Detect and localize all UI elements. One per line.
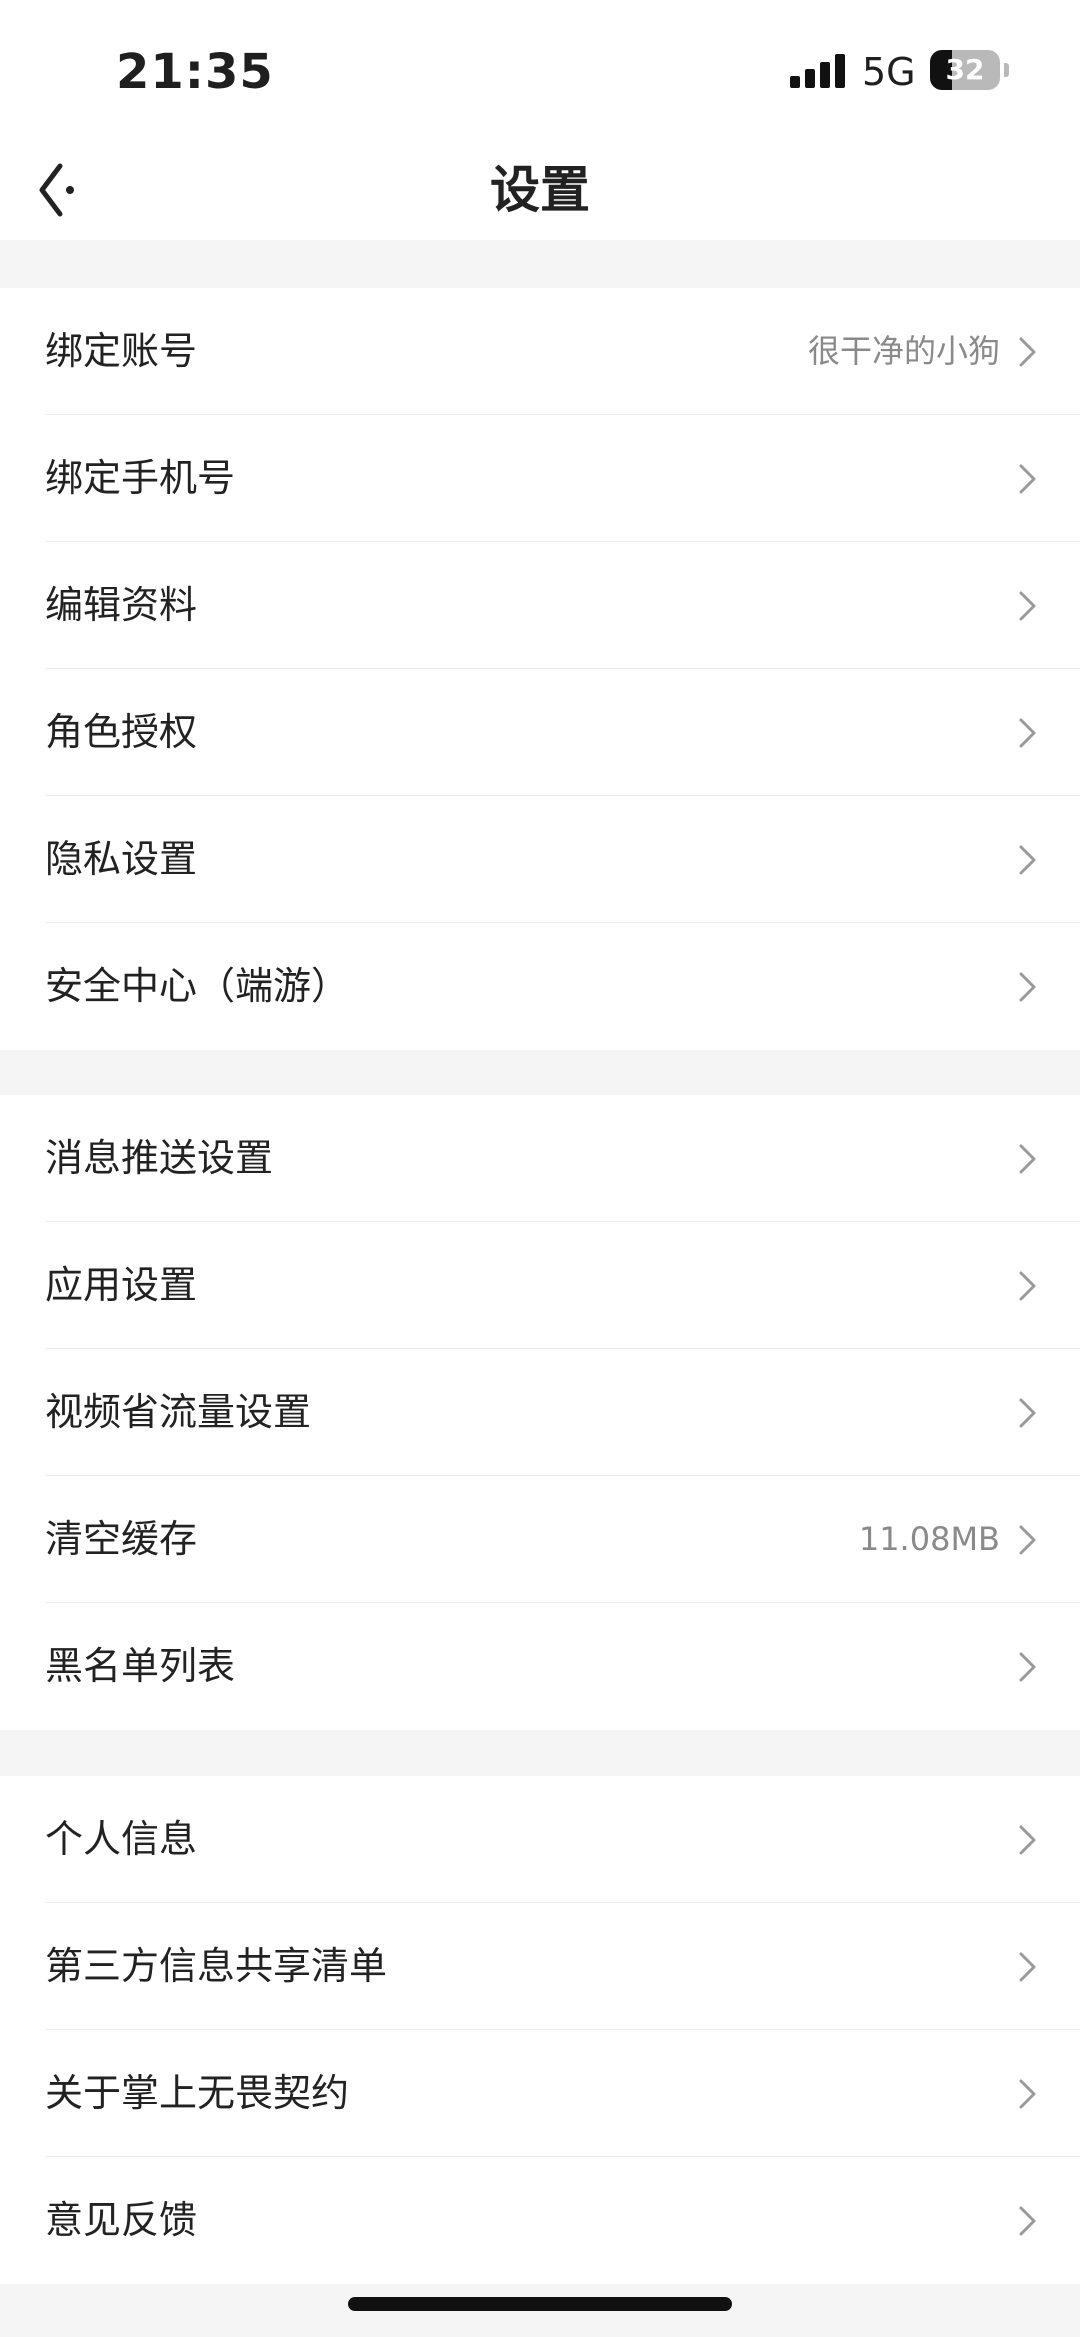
chevron-right-icon <box>1019 2206 1036 2236</box>
settings-row[interactable]: 编辑资料 <box>0 542 1080 669</box>
settings-group-1: 绑定账号 很干净的小狗绑定手机号编辑资料角色授权隐私设置安全中心（端游） <box>0 288 1080 1050</box>
settings-row[interactable]: 视频省流量设置 <box>0 1349 1080 1476</box>
status-icons: 5G 32 <box>780 0 1080 140</box>
chevron-right-icon <box>1019 718 1036 748</box>
nav-bar: 设置 <box>0 140 1080 240</box>
chevron-right-icon <box>1019 845 1036 875</box>
row-label: 关于掌上无畏契约 <box>45 2071 350 2115</box>
row-value: 11.08MB <box>858 1520 1000 1558</box>
chevron-right-icon <box>1019 1652 1036 1682</box>
settings-row[interactable]: 第三方信息共享清单 <box>0 1903 1080 2030</box>
chevron-right-icon <box>1019 1271 1036 1301</box>
settings-row[interactable]: 消息推送设置 <box>0 1095 1080 1222</box>
status-time: 21:35 <box>116 44 274 100</box>
row-label: 消息推送设置 <box>45 1136 274 1180</box>
chevron-right-icon <box>1019 337 1036 367</box>
battery-tip <box>1004 63 1009 77</box>
home-indicator[interactable] <box>348 2297 732 2311</box>
signal-icon <box>790 54 846 88</box>
row-label: 安全中心（端游） <box>45 964 350 1008</box>
status-bar: 21:35 5G 32 <box>0 0 1080 140</box>
settings-group-2: 消息推送设置 应用设置视频省流量设置 清空缓存 11.08MB 黑名单列表 <box>0 1095 1080 1730</box>
settings-row[interactable]: 安全中心（端游） <box>0 923 1080 1050</box>
row-label: 编辑资料 <box>45 583 198 627</box>
chevron-right-icon <box>1019 591 1036 621</box>
settings-row[interactable]: 应用设置 <box>0 1222 1080 1349</box>
page-title: 设置 <box>490 161 590 219</box>
settings-row[interactable]: 意见反馈 <box>0 2157 1080 2284</box>
chevron-right-icon <box>1019 1398 1036 1428</box>
chevron-right-icon <box>1019 464 1036 494</box>
row-label: 绑定手机号 <box>45 456 236 500</box>
chevron-right-icon <box>1019 1144 1036 1174</box>
row-label: 黑名单列表 <box>45 1644 236 1688</box>
row-label: 视频省流量设置 <box>45 1390 312 1434</box>
chevron-right-icon <box>1019 1525 1036 1555</box>
row-label: 第三方信息共享清单 <box>45 1944 388 1988</box>
chevron-right-icon <box>1019 972 1036 1002</box>
chevron-right-icon <box>1019 1952 1036 1982</box>
row-value: 很干净的小狗 <box>807 332 1000 370</box>
battery-icon: 32 <box>930 50 1000 90</box>
settings-row[interactable]: 关于掌上无畏契约 <box>0 2030 1080 2157</box>
settings-row[interactable]: 角色授权 <box>0 669 1080 796</box>
chevron-right-icon <box>1019 1825 1036 1855</box>
row-label: 角色授权 <box>45 710 198 754</box>
row-label: 个人信息 <box>45 1817 198 1861</box>
settings-row[interactable]: 清空缓存 11.08MB <box>0 1476 1080 1603</box>
row-label: 隐私设置 <box>45 837 198 881</box>
row-label: 应用设置 <box>45 1263 198 1307</box>
settings-row[interactable]: 个人信息 <box>0 1776 1080 1903</box>
battery-level: 32 <box>945 53 985 86</box>
network-type: 5G <box>862 50 916 94</box>
settings-row[interactable]: 隐私设置 <box>0 796 1080 923</box>
settings-row[interactable]: 黑名单列表 <box>0 1603 1080 1730</box>
settings-row[interactable]: 绑定手机号 <box>0 415 1080 542</box>
row-label: 绑定账号 <box>45 329 198 373</box>
row-label: 意见反馈 <box>45 2198 198 2242</box>
chevron-right-icon <box>1019 2079 1036 2109</box>
settings-group-3: 个人信息第三方信息共享清单 关于掌上无畏契约 意见反馈 <box>0 1776 1080 2284</box>
settings-row[interactable]: 绑定账号 很干净的小狗 <box>0 288 1080 415</box>
row-label: 清空缓存 <box>45 1517 198 1561</box>
